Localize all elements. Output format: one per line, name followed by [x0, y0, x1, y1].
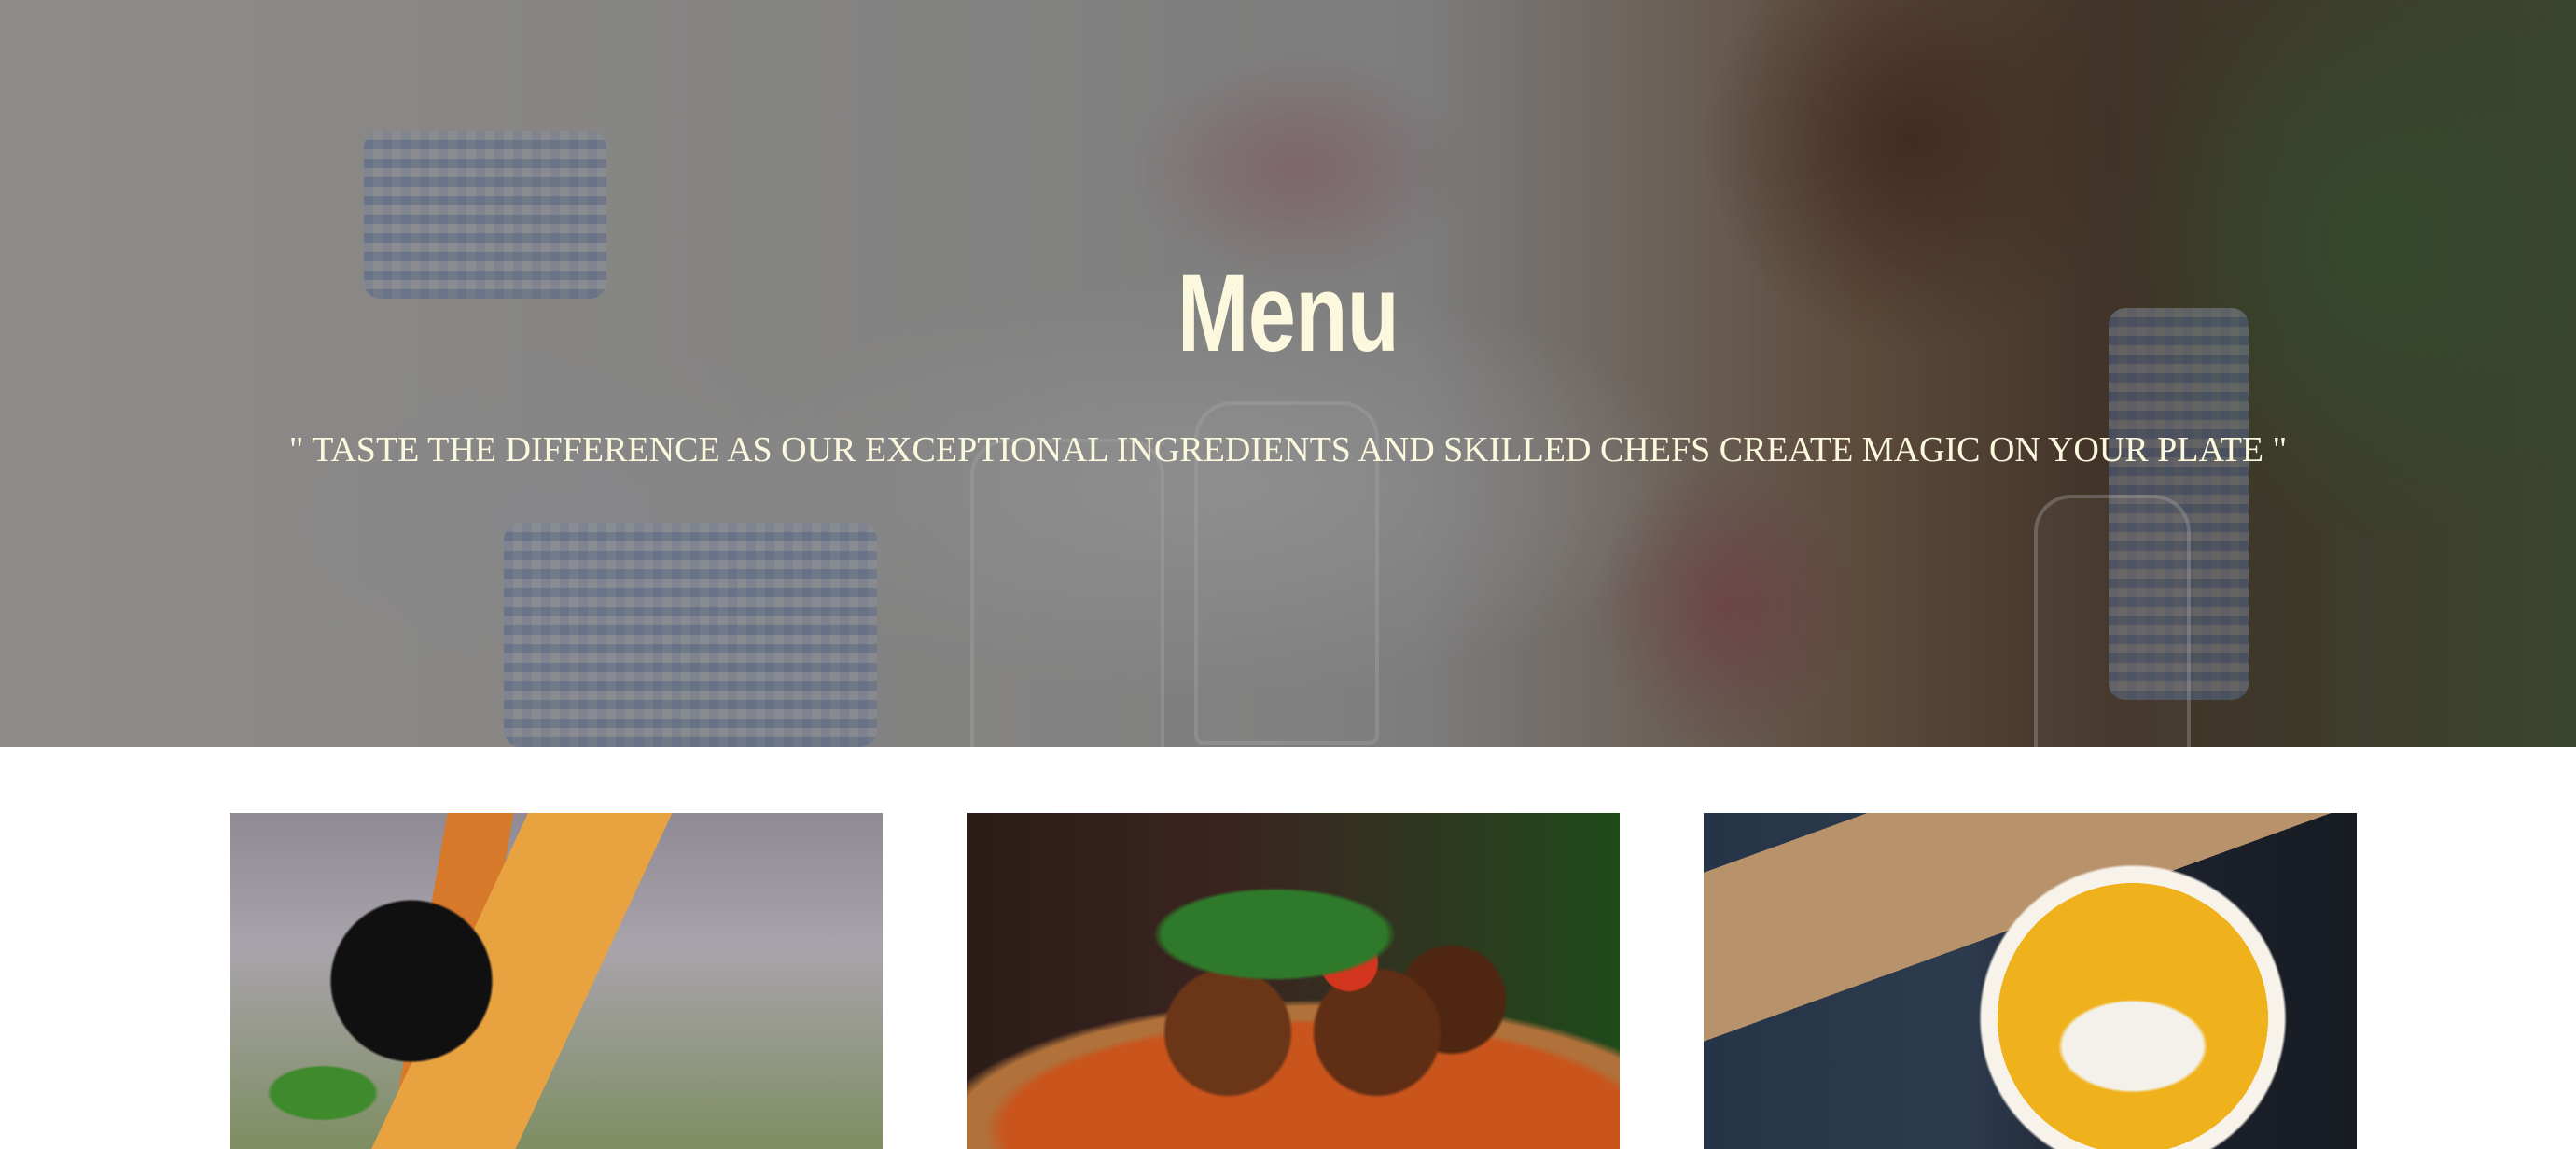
meatballs-dish-image: [967, 813, 1620, 1149]
dish-gallery: [0, 747, 2576, 1149]
hero-tagline: " TASTE THE DIFFERENCE AS OUR EXCEPTIONA…: [288, 430, 2288, 469]
pumpkin-soup-image: [1704, 813, 2357, 1149]
page-title: Menu: [1177, 252, 1399, 375]
pasta-dish-image: [230, 813, 883, 1149]
hero-banner: Menu " TASTE THE DIFFERENCE AS OUR EXCEP…: [0, 0, 2576, 747]
